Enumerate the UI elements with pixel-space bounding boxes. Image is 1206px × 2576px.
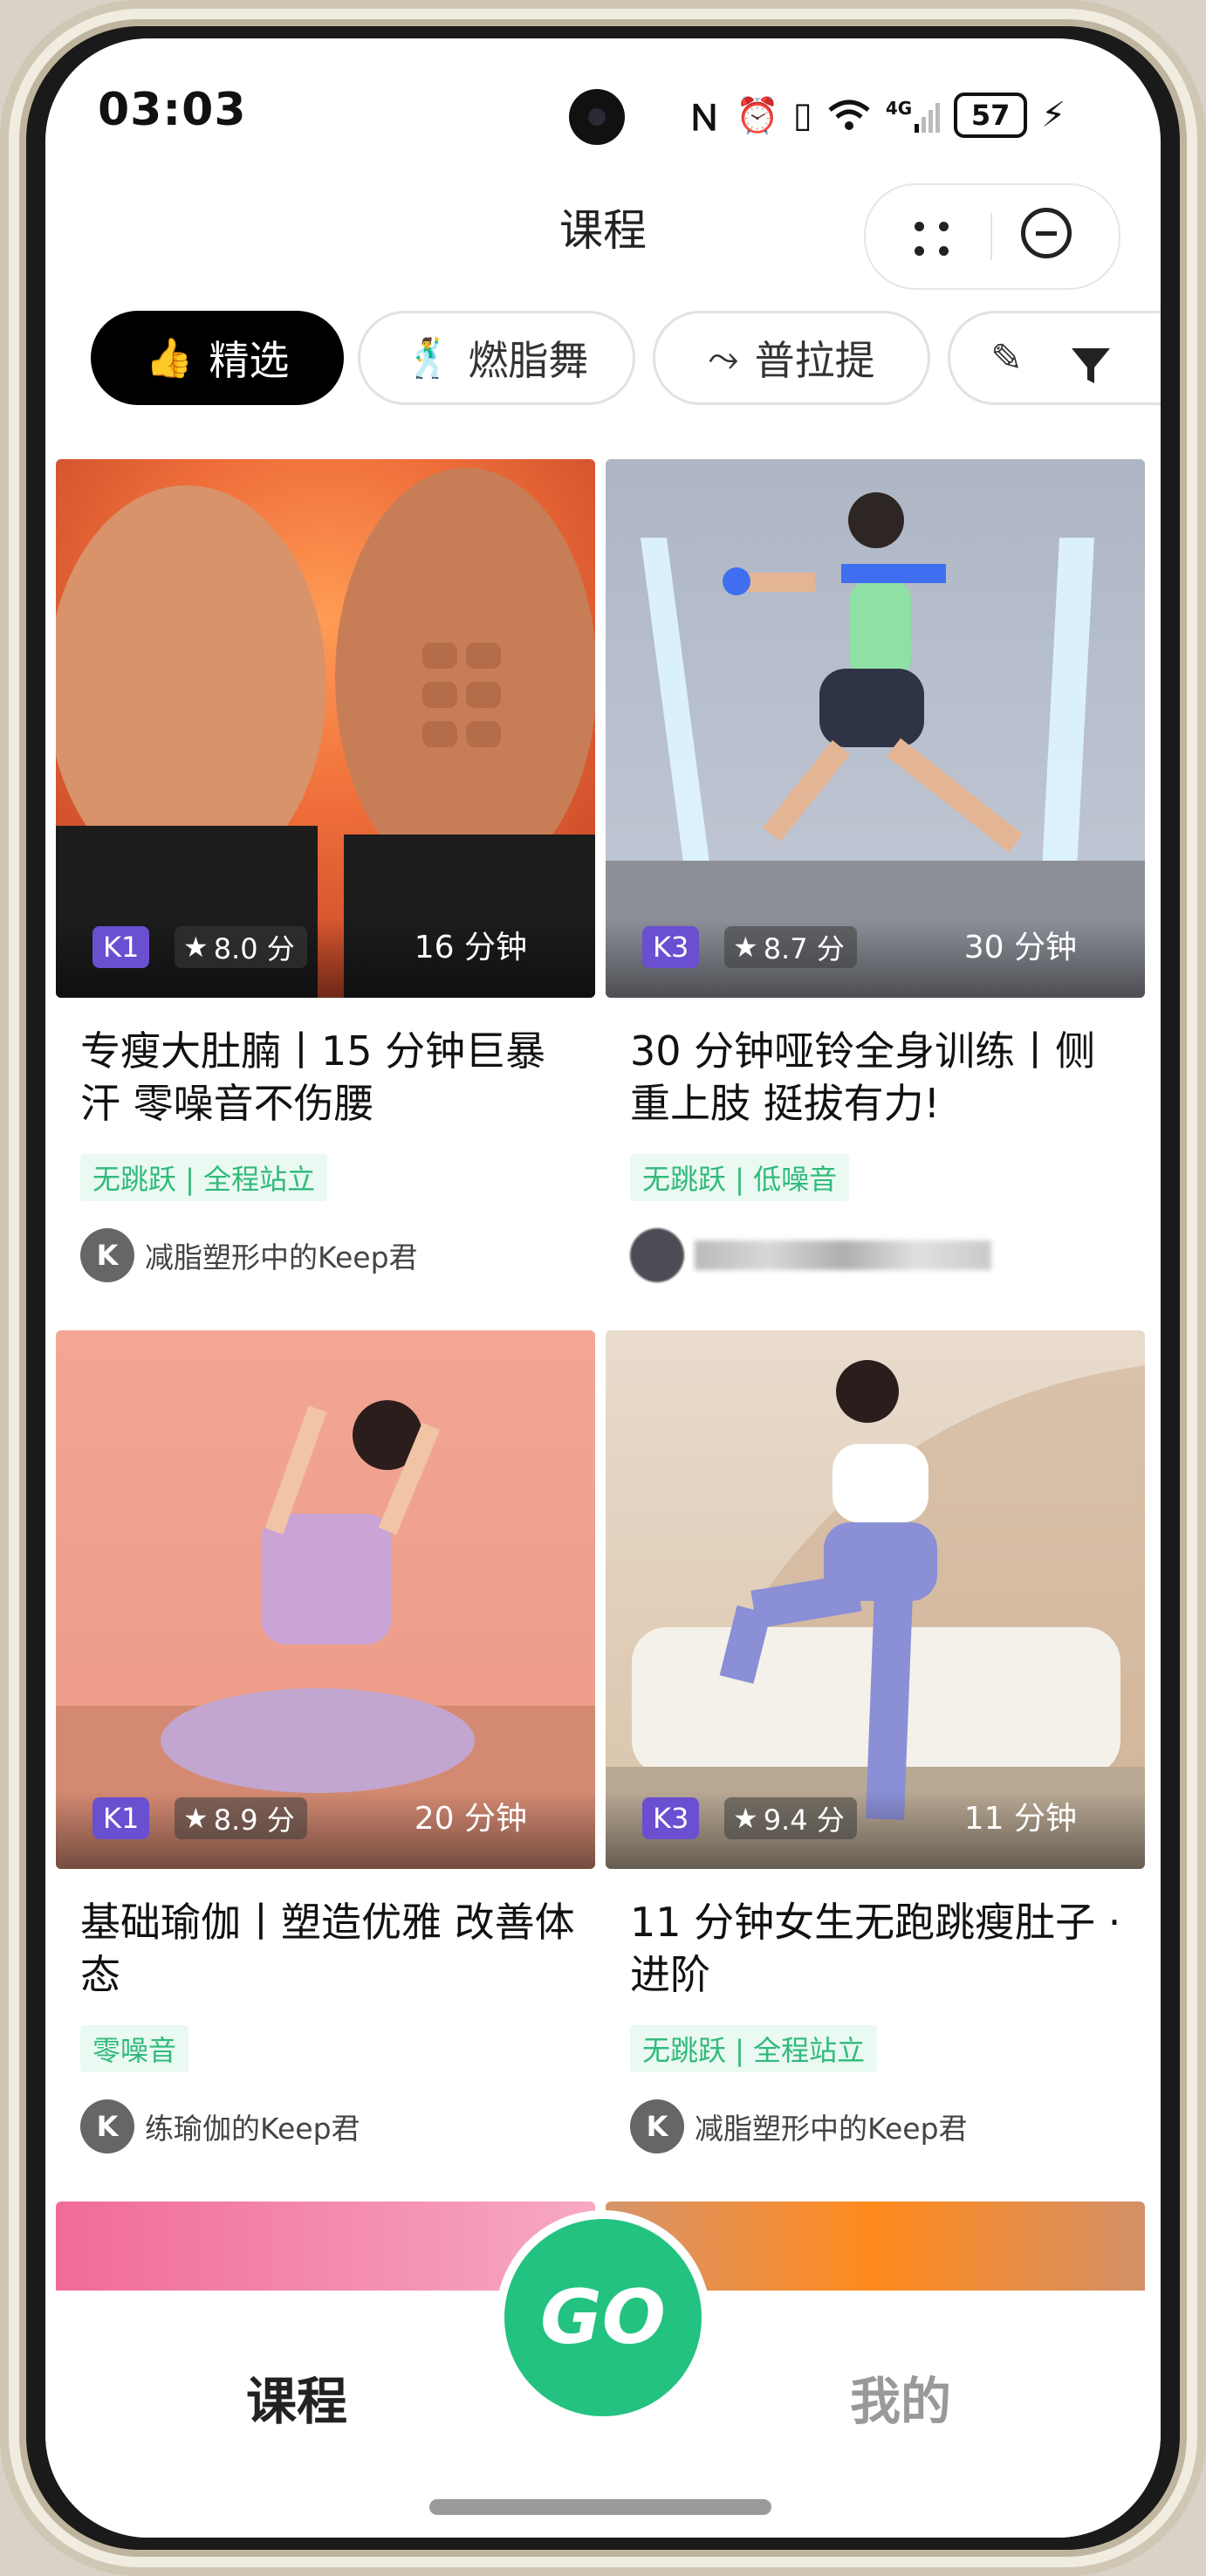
status-icons: Ｎ ⏰ ▯ 4G 57 ⚡ [687, 89, 1066, 141]
status-time: 03:03 [98, 84, 247, 136]
tab-featured[interactable]: 👍 精选 [91, 311, 344, 405]
nfc-icon: Ｎ [687, 99, 722, 139]
difficulty-badge: K1 [93, 926, 150, 968]
duration-label: 11 分钟 [963, 1801, 1077, 1837]
charging-icon: ⚡ [1041, 95, 1066, 135]
edit-icon: ✎ [990, 335, 1023, 381]
tab-fat-burning-dance[interactable]: 🕺 燃脂舞 [358, 311, 635, 405]
rating-value: 8.7 分 [763, 932, 845, 965]
author-row[interactable]: K 减脂塑形中的Keep君 [80, 1227, 418, 1283]
course-thumbnail [56, 459, 595, 998]
tab-label: 普拉提 [754, 337, 875, 384]
app-screen: 03:03 Ｎ ⏰ ▯ 4G 57 ⚡ 课程 👍 精选 🕺 燃脂舞 ⤳ 普拉提 … [45, 38, 1161, 2538]
thumbnail-art [606, 492, 1145, 998]
difficulty-badge: K3 [642, 1797, 700, 1839]
tab-label: 精选 [209, 337, 290, 384]
author-name: 练瑜伽的Keep君 [145, 2112, 360, 2146]
front-camera [569, 89, 625, 145]
duration-label: 20 分钟 [414, 1801, 527, 1837]
rating-value: 8.9 分 [213, 1803, 295, 1837]
star-icon: ★ [733, 931, 758, 964]
rating-badge: ★ 9.4 分 [724, 1797, 857, 1839]
4g-signal-icon: 4G [885, 98, 941, 133]
go-button[interactable]: GO [496, 2210, 710, 2425]
course-tag: 零噪音 [80, 2025, 189, 2072]
pilates-icon: ⤳ [708, 335, 739, 381]
capsule-divider [990, 213, 992, 260]
difficulty-badge: K1 [93, 1797, 150, 1839]
duration-label: 16 分钟 [414, 930, 527, 965]
dancer-icon: 🕺 [404, 336, 453, 381]
course-thumbnail [56, 1330, 595, 1869]
author-row[interactable]: K 减脂塑形中的Keep君 [630, 2099, 968, 2154]
course-thumbnail [606, 1330, 1145, 1869]
thumbnail-art [56, 468, 595, 998]
author-row[interactable] [630, 1227, 991, 1283]
nav-mine[interactable]: 我的 [850, 2360, 951, 2434]
course-tag: 无跳跃 | 全程站立 [80, 1154, 328, 1201]
tab-pilates[interactable]: ⤳ 普拉提 [653, 311, 930, 405]
author-name: 减脂塑形中的Keep君 [145, 1240, 418, 1274]
battery-icon: 57 [954, 93, 1028, 138]
filter-icon[interactable] [1065, 340, 1117, 392]
course-title: 专瘦大肚腩丨15 分钟巨暴汗 零噪音不伤腰 [80, 1027, 546, 1127]
nav-courses[interactable]: 课程 [246, 2360, 347, 2434]
star-icon: ★ [183, 1802, 209, 1835]
author-name: 减脂塑形中的Keep君 [695, 2112, 968, 2146]
course-title: 30 分钟哑铃全身训练丨侧重上肢 挺拔有力! [630, 1027, 1096, 1127]
course-tag: 无跳跃 | 全程站立 [630, 2025, 878, 2072]
rating-badge: ★ 8.9 分 [175, 1797, 307, 1839]
course-title: 基础瑜伽丨塑造优雅 改善体态 [80, 1899, 575, 1998]
avatar: K [80, 2099, 134, 2154]
tab-label: 燃脂舞 [468, 337, 589, 384]
tab-more-partial[interactable]: ✎ [948, 311, 1161, 405]
avatar: K [630, 2099, 684, 2154]
network-type-label: 4G [885, 98, 913, 119]
category-tabs: 👍 精选 🕺 燃脂舞 ⤳ 普拉提 ✎ [91, 311, 1161, 409]
thumbnail-art [606, 1360, 1145, 1869]
author-name-redacted [695, 1240, 991, 1270]
course-tag: 无跳跃 | 低噪音 [630, 1154, 850, 1201]
close-mini-program-icon[interactable] [1021, 208, 1072, 258]
status-bar: 03:03 Ｎ ⏰ ▯ 4G 57 ⚡ [45, 38, 1161, 187]
rating-value: 9.4 分 [763, 1803, 845, 1837]
battery-level: 57 [970, 99, 1011, 132]
rating-badge: ★ 8.0 分 [175, 926, 307, 968]
mini-program-capsule [864, 183, 1120, 290]
rating-badge: ★ 8.7 分 [724, 926, 857, 968]
thumbnail-art [56, 1400, 595, 1869]
wifi-icon [828, 100, 870, 130]
home-indicator[interactable] [429, 2499, 771, 2515]
avatar: K [80, 1228, 134, 1282]
author-row[interactable]: K 练瑜伽的Keep君 [80, 2099, 360, 2154]
thumbs-up-icon: 👍 [145, 336, 194, 381]
course-title: 11 分钟女生无跑跳瘦肚子 · 进阶 [630, 1899, 1121, 1998]
duration-label: 30 分钟 [963, 930, 1077, 965]
vibrate-icon: ▯ [792, 95, 812, 135]
alarm-icon: ⏰ [736, 95, 779, 136]
course-thumbnail [606, 459, 1145, 998]
rating-value: 8.0 分 [213, 932, 295, 965]
more-options-icon[interactable] [911, 218, 953, 260]
avatar-blurred [630, 1228, 684, 1282]
star-icon: ★ [733, 1802, 758, 1835]
difficulty-badge: K3 [642, 926, 700, 968]
star-icon: ★ [183, 931, 209, 964]
